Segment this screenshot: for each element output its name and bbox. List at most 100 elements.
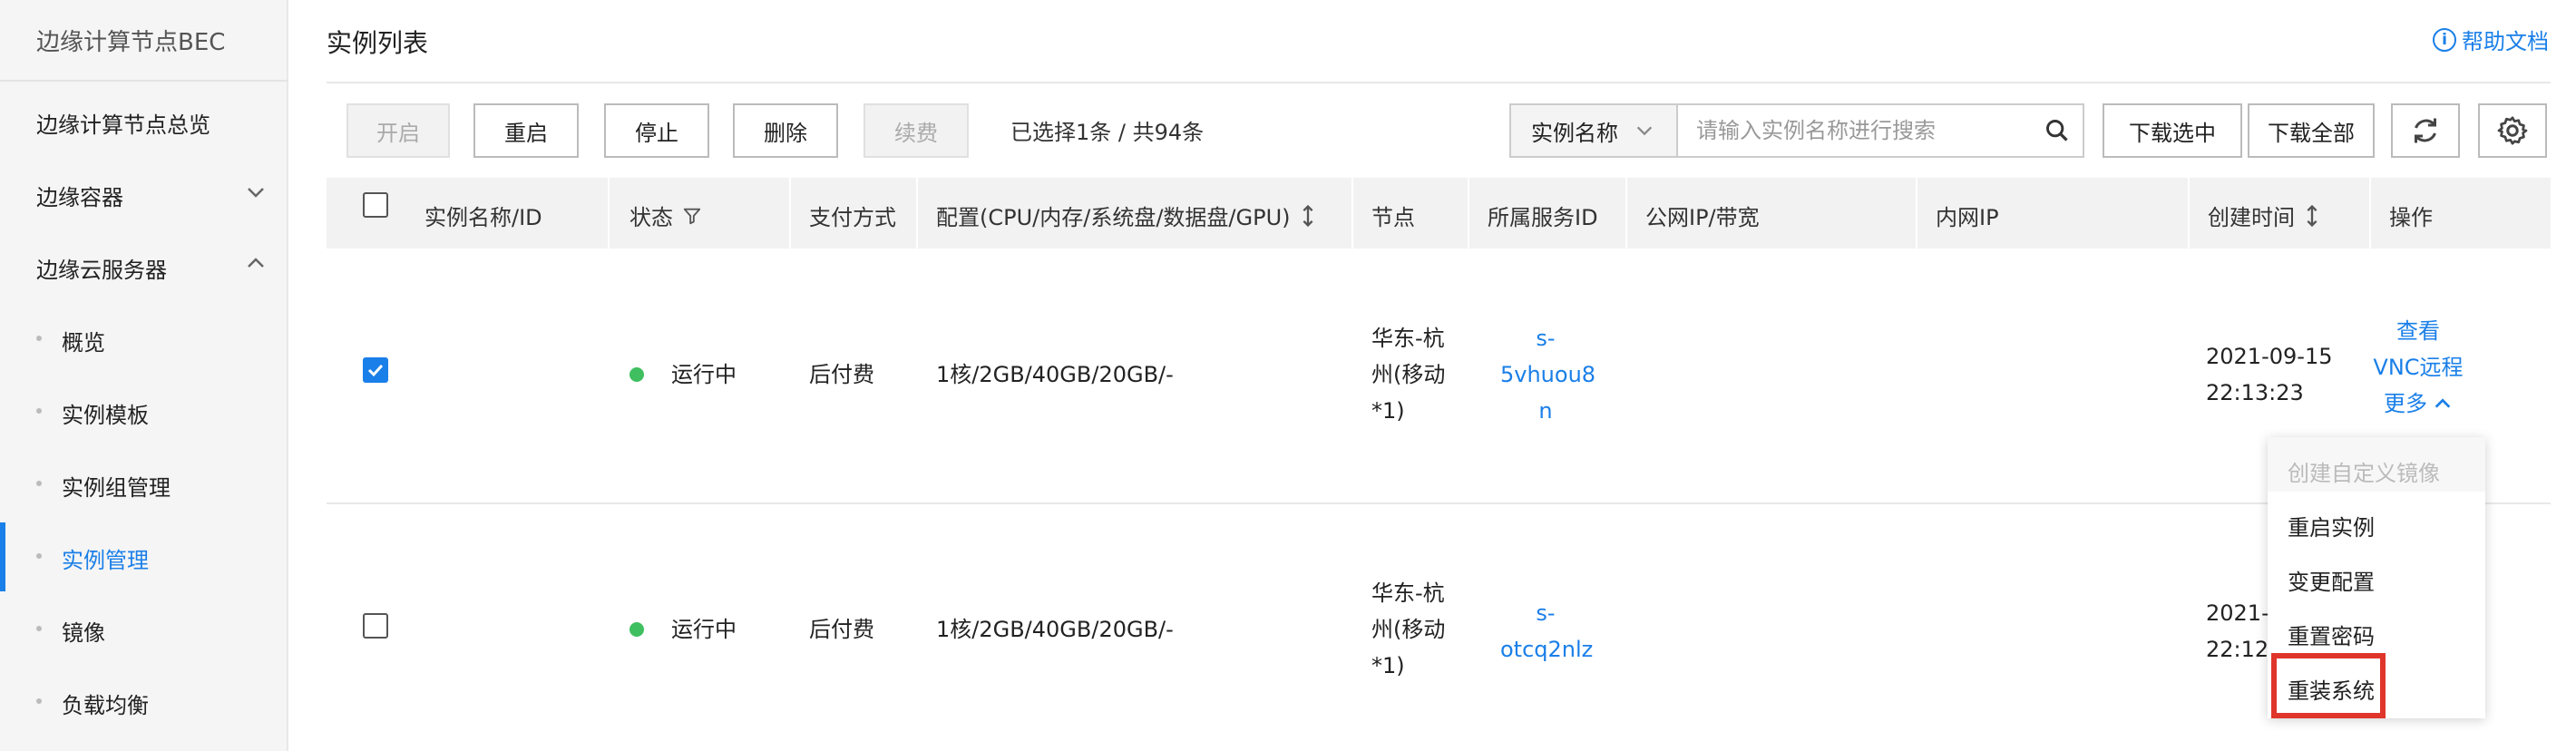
col-separator — [2369, 178, 2371, 249]
stop-button[interactable]: 停止 — [604, 103, 709, 158]
col-status-label: 状态 — [629, 205, 673, 230]
node-line: 州(移动 — [1371, 617, 1446, 642]
view-link[interactable]: 查看 — [2373, 313, 2464, 349]
chevron-up-icon — [2435, 398, 2451, 408]
settings-button[interactable] — [2478, 103, 2547, 158]
service-id-link[interactable]: s- 5vhuou8 n — [1500, 320, 1596, 429]
active-indicator — [0, 522, 5, 591]
search-input[interactable] — [1678, 105, 2032, 156]
chevron-down-icon — [1636, 126, 1653, 136]
sidebar-item-overview[interactable]: 边缘计算节点总览 — [36, 107, 210, 139]
search-scope-select[interactable]: 实例名称 — [1511, 105, 1678, 156]
bullet-icon — [36, 481, 42, 486]
more-link[interactable]: 更多 — [2373, 385, 2464, 422]
page-title: 实例列表 — [327, 28, 429, 58]
col-created: 创建时间 — [2208, 200, 2320, 231]
vnc-link[interactable]: VNC远程 — [2373, 349, 2464, 385]
col-separator — [2188, 178, 2190, 249]
chevron-up-icon[interactable] — [245, 252, 267, 274]
refresh-button[interactable] — [2391, 103, 2460, 158]
download-selected-button[interactable]: 下载选中 — [2103, 103, 2242, 158]
more-link-label: 更多 — [2384, 391, 2427, 416]
col-separator — [789, 178, 791, 249]
row-checkbox[interactable] — [363, 357, 388, 383]
delete-button[interactable]: 删除 — [733, 103, 838, 158]
sidebar-item-edge-server[interactable]: 边缘云服务器 — [36, 252, 167, 284]
sidebar-sub-image[interactable]: 镜像 — [62, 615, 105, 647]
col-separator — [1468, 178, 1469, 249]
bullet-icon — [36, 698, 42, 704]
sidebar: 边缘计算节点BEC 边缘计算节点总览 边缘容器 边缘云服务器 概览 实例模板 实… — [0, 0, 288, 751]
actions: 查看 VNC远程 更多 — [2373, 313, 2464, 422]
download-all-button[interactable]: 下载全部 — [2248, 103, 2375, 158]
col-separator — [1625, 178, 1627, 249]
payment-text: 后付费 — [809, 617, 874, 642]
config-text: 1核/2GB/40GB/20GB/- — [936, 362, 1174, 387]
node-line: *1) — [1371, 398, 1405, 424]
renew-button[interactable]: 续费 — [864, 103, 969, 158]
sidebar-sub-instance-management[interactable]: 实例管理 — [62, 542, 149, 574]
node-text: 华东-杭 州(移动 *1) — [1371, 575, 1445, 684]
col-config-label: 配置(CPU/内存/系统盘/数据盘/GPU) — [936, 205, 1291, 230]
col-payment: 支付方式 — [809, 205, 896, 230]
sidebar-sub-load-balancer[interactable]: 负载均衡 — [62, 688, 149, 719]
node-line: *1) — [1371, 653, 1405, 678]
sort-icon[interactable] — [1300, 203, 1316, 229]
service-id-link[interactable]: s- otcq2nlz — [1500, 595, 1593, 668]
service-id-line: s- — [1536, 600, 1556, 626]
sidebar-divider — [0, 80, 288, 82]
menu-item-create-image[interactable]: 创建自定义镜像 — [2288, 455, 2440, 487]
selection-count: 已选择1条 / 共94条 — [1010, 120, 1205, 145]
col-private-ip: 内网IP — [1936, 205, 1999, 230]
check-icon — [367, 364, 384, 377]
sidebar-sub-group[interactable]: 实例组管理 — [62, 470, 171, 502]
payment-text: 后付费 — [809, 362, 874, 387]
menu-item-change-config[interactable]: 变更配置 — [2288, 564, 2375, 596]
created-clock: 22:13:23 — [2206, 380, 2304, 405]
help-link-label: 帮助文档 — [2462, 29, 2549, 54]
service-id-line: 5vhuou8 — [1500, 362, 1596, 387]
menu-item-reset-password[interactable]: 重置密码 — [2288, 619, 2375, 650]
menu-item-restart[interactable]: 重启实例 — [2288, 510, 2375, 541]
help-link[interactable]: i 帮助文档 — [2433, 24, 2549, 55]
col-instance-name: 实例名称/ID — [424, 205, 542, 230]
status-text: 运行中 — [671, 617, 737, 642]
bullet-icon — [36, 336, 42, 341]
service-id-line: s- — [1536, 326, 1556, 351]
bullet-icon — [36, 626, 42, 631]
node-line: 华东-杭 — [1371, 326, 1445, 351]
row-checkbox[interactable] — [363, 613, 388, 639]
row-divider — [327, 502, 2551, 504]
gear-icon — [2497, 116, 2528, 145]
bullet-icon — [36, 553, 42, 559]
sidebar-sub-overview[interactable]: 概览 — [62, 325, 105, 356]
col-status: 状态 — [629, 200, 702, 231]
status-running-icon — [629, 367, 644, 382]
bullet-icon — [36, 408, 42, 414]
sidebar-sub-template[interactable]: 实例模板 — [62, 397, 149, 429]
search-box: 实例名称 — [1509, 103, 2084, 158]
col-config: 配置(CPU/内存/系统盘/数据盘/GPU) — [936, 200, 1316, 231]
service-id-line: n — [1538, 398, 1553, 424]
sort-icon[interactable] — [2304, 203, 2320, 229]
sidebar-item-edge-container[interactable]: 边缘容器 — [36, 180, 123, 211]
restart-button[interactable]: 重启 — [473, 103, 579, 158]
header-divider — [327, 82, 2551, 83]
status-text: 运行中 — [671, 362, 737, 387]
highlight-box — [2271, 653, 2386, 718]
search-button[interactable] — [2032, 105, 2083, 156]
node-text: 华东-杭 州(移动 *1) — [1371, 320, 1445, 429]
start-button[interactable]: 开启 — [346, 103, 450, 158]
filter-icon[interactable] — [682, 206, 702, 226]
created-date: 2021-09-15 — [2206, 344, 2333, 369]
select-all-checkbox[interactable] — [363, 192, 388, 218]
col-actions: 操作 — [2389, 205, 2433, 230]
table-header: 实例名称/ID 状态 支付方式 配置(CPU/内存/系统盘/数据盘/GPU) 节… — [327, 178, 2551, 249]
col-public-ip: 公网IP/带宽 — [1645, 205, 1760, 230]
config-text: 1核/2GB/40GB/20GB/- — [936, 617, 1174, 642]
chevron-down-icon[interactable] — [245, 181, 267, 203]
col-separator — [1916, 178, 1917, 249]
sidebar-title: 边缘计算节点BEC — [36, 29, 226, 56]
node-line: 华东-杭 — [1371, 580, 1445, 606]
col-node: 节点 — [1371, 205, 1415, 230]
